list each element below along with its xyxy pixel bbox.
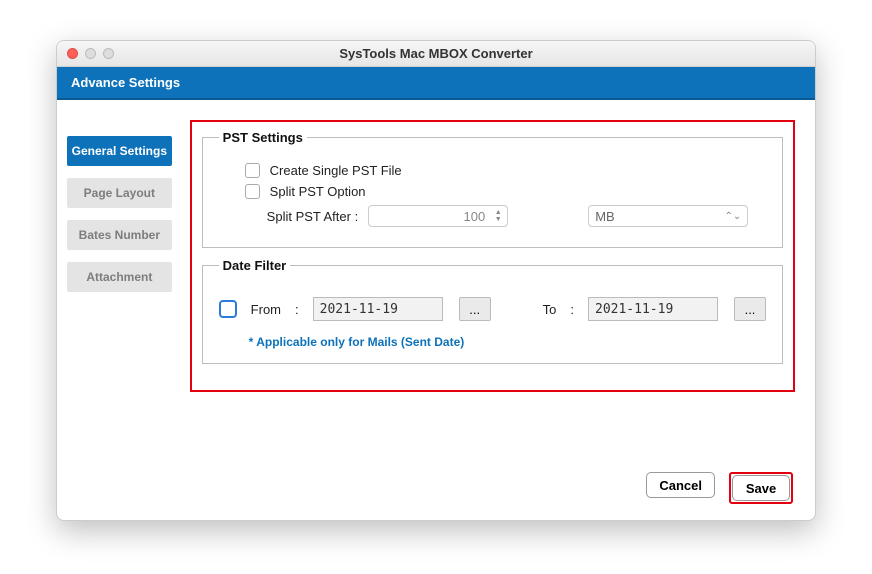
split-after-stepper-wrap: ▲ ▼ [368,205,508,227]
stepper-down-icon[interactable]: ▼ [495,216,502,223]
from-date-input[interactable]: 2021-11-19 [313,297,443,321]
to-label: To [543,302,557,317]
sidebar-item-bates-number[interactable]: Bates Number [67,220,172,250]
window-title: SysTools Mac MBOX Converter [67,46,805,61]
date-filter-legend: Date Filter [219,258,291,273]
pst-settings-group: PST Settings Create Single PST File Spli… [202,130,783,248]
stepper-icon: ▲ ▼ [490,206,506,226]
split-option-row: Split PST Option [245,184,766,199]
date-filter-group: Date Filter From : 2021-11-19 ... To : 2… [202,258,783,364]
minimize-icon[interactable] [85,48,96,59]
split-pst-label: Split PST Option [270,184,366,199]
date-filter-enable-checkbox[interactable] [219,300,237,318]
stepper-up-icon[interactable]: ▲ [495,209,502,216]
chevron-updown-icon: ⌃⌄ [724,211,741,222]
maximize-icon[interactable] [103,48,114,59]
create-single-pst-label: Create Single PST File [270,163,402,178]
close-icon[interactable] [67,48,78,59]
sidebar-item-page-layout[interactable]: Page Layout [67,178,172,208]
split-unit-select[interactable]: MB ⌃⌄ [588,205,748,227]
save-highlight: Save [729,472,793,504]
pst-settings-legend: PST Settings [219,130,307,145]
from-date-picker-button[interactable]: ... [459,297,491,321]
page-header: Advance Settings [57,67,815,100]
split-unit-value: MB [595,209,615,224]
content-area: PST Settings Create Single PST File Spli… [182,100,815,460]
split-after-input[interactable] [368,205,508,227]
sidebar-item-general-settings[interactable]: General Settings [67,136,172,166]
create-single-row: Create Single PST File [245,163,766,178]
save-button[interactable]: Save [732,475,790,501]
create-single-pst-checkbox[interactable] [245,163,260,178]
body: General Settings Page Layout Bates Numbe… [57,100,815,460]
date-filter-row: From : 2021-11-19 ... To : 2021-11-19 ..… [219,291,766,327]
to-date-input[interactable]: 2021-11-19 [588,297,718,321]
app-window: SysTools Mac MBOX Converter Advance Sett… [56,40,816,521]
traffic-lights [67,48,114,59]
sidebar-item-attachment[interactable]: Attachment [67,262,172,292]
to-date-picker-button[interactable]: ... [734,297,766,321]
from-label: From [251,302,281,317]
split-after-label: Split PST After : [267,209,359,224]
sidebar: General Settings Page Layout Bates Numbe… [57,100,182,460]
highlight-region: PST Settings Create Single PST File Spli… [190,120,795,392]
cancel-button[interactable]: Cancel [646,472,715,498]
to-colon: : [570,302,574,317]
from-colon: : [295,302,299,317]
date-filter-note: * Applicable only for Mails (Sent Date) [249,335,766,349]
footer: Cancel Save [57,460,815,520]
split-after-row: Split PST After : ▲ ▼ MB ⌃⌄ [267,205,766,227]
split-pst-checkbox[interactable] [245,184,260,199]
titlebar: SysTools Mac MBOX Converter [57,41,815,67]
